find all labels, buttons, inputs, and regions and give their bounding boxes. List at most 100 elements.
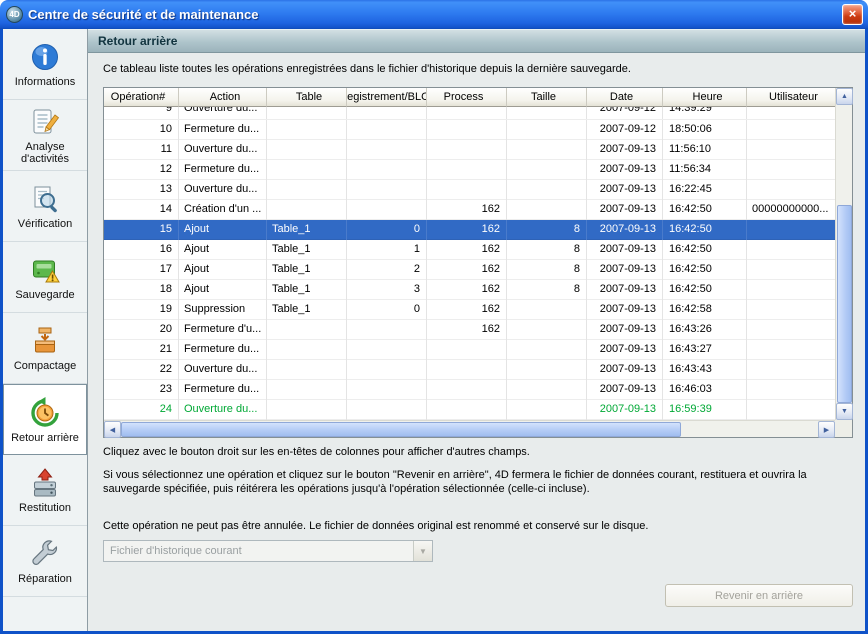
info-icon <box>28 40 62 74</box>
column-header[interactable]: Opération# <box>104 88 179 107</box>
cell: 18:50:06 <box>663 120 747 140</box>
cell: 162 <box>427 200 507 220</box>
table-row[interactable]: 10Fermeture du...2007-09-1218:50:06 <box>104 120 835 140</box>
cell <box>747 300 835 320</box>
cell: 2007-09-12 <box>587 120 663 140</box>
sidebar-item-analyse-activites[interactable]: Analyse d'activités <box>3 100 87 171</box>
table-row[interactable]: 18AjoutTable_1316282007-09-1316:42:50 <box>104 280 835 300</box>
scroll-up-button[interactable]: ▲ <box>836 88 853 105</box>
titlebar[interactable]: 4D Centre de sécurité et de maintenance … <box>0 0 868 29</box>
cell <box>427 380 507 400</box>
column-header[interactable]: Taille <box>507 88 587 107</box>
cell <box>427 160 507 180</box>
scroll-left-icon: ◀ <box>110 426 115 434</box>
cell: 11:56:10 <box>663 140 747 160</box>
sidebar-item-label: Restitution <box>19 502 71 514</box>
cell <box>267 180 347 200</box>
table-row[interactable]: 13Ouverture du...2007-09-1316:22:45 <box>104 180 835 200</box>
column-header[interactable]: Table <box>267 88 347 107</box>
table-row[interactable]: 23Fermeture du...2007-09-1316:46:03 <box>104 380 835 400</box>
vertical-scrollbar-thumb[interactable] <box>837 205 852 403</box>
scroll-right-icon: ▶ <box>824 426 829 434</box>
cell <box>507 300 587 320</box>
cell <box>427 120 507 140</box>
table-row[interactable]: 11Ouverture du...2007-09-1311:56:10 <box>104 140 835 160</box>
table-row[interactable]: 9Ouverture du...2007-09-1214:39:29 <box>104 107 835 120</box>
cell: 9 <box>104 107 179 119</box>
cell <box>507 380 587 400</box>
scroll-right-button[interactable]: ▶ <box>818 421 835 438</box>
sidebar-item-verification[interactable]: Vérification <box>3 171 87 242</box>
cell <box>267 120 347 140</box>
table-row[interactable]: 15AjoutTable_1016282007-09-1316:42:50 <box>104 220 835 240</box>
table-row[interactable]: 17AjoutTable_1216282007-09-1316:42:50 <box>104 260 835 280</box>
cell: 162 <box>427 300 507 320</box>
table-body: 9Ouverture du...2007-09-1214:39:2910Ferm… <box>104 107 835 420</box>
cell <box>347 107 427 119</box>
table-row[interactable]: 12Fermeture du...2007-09-1311:56:34 <box>104 160 835 180</box>
column-header[interactable]: Heure <box>663 88 747 107</box>
cell: 16:43:43 <box>663 360 747 380</box>
cell <box>747 380 835 400</box>
sidebar-item-label: Vérification <box>18 218 72 230</box>
cell <box>427 400 507 420</box>
4d-app-icon: 4D <box>6 6 23 23</box>
cell <box>747 400 835 420</box>
sidebar-item-reparation[interactable]: Réparation <box>3 526 87 597</box>
column-header[interactable]: Process <box>427 88 507 107</box>
sidebar-item-compactage[interactable]: Compactage <box>3 313 87 384</box>
combo-arrow-button[interactable]: ▼ <box>413 541 432 561</box>
sidebar-item-informations[interactable]: Informations <box>3 29 87 100</box>
horizontal-scrollbar-thumb[interactable] <box>121 422 681 437</box>
cell: 162 <box>427 240 507 260</box>
table-row[interactable]: 19SuppressionTable_101622007-09-1316:42:… <box>104 300 835 320</box>
cell: Fermeture du... <box>179 380 267 400</box>
table-header: Opération#ActionTableEnregistrement/BLOB… <box>104 88 835 107</box>
vertical-scrollbar[interactable]: ▲ ▼ <box>835 88 852 420</box>
cell: Fermeture du... <box>179 160 267 180</box>
cell <box>347 140 427 160</box>
operations-table: Opération#ActionTableEnregistrement/BLOB… <box>103 87 853 438</box>
cell: 16:43:27 <box>663 340 747 360</box>
rollback-button[interactable]: Revenir en arrière <box>665 584 853 607</box>
scroll-left-button[interactable]: ◀ <box>104 421 121 438</box>
cell <box>267 107 347 119</box>
sidebar-item-sauvegarde[interactable]: Sauvegarde <box>3 242 87 313</box>
table-row[interactable]: 22Ouverture du...2007-09-1316:43:43 <box>104 360 835 380</box>
column-header[interactable]: Enregistrement/BLOB <box>347 88 427 107</box>
cell: Fermeture d'u... <box>179 320 267 340</box>
cell: 17 <box>104 260 179 280</box>
cell <box>747 180 835 200</box>
table-row[interactable]: 20Fermeture d'u...1622007-09-1316:43:26 <box>104 320 835 340</box>
table-description: Ce tableau liste toutes les opérations e… <box>103 63 850 75</box>
cell <box>347 180 427 200</box>
table-row[interactable]: 14Création d'un ...1622007-09-1316:42:50… <box>104 200 835 220</box>
sidebar-item-restitution[interactable]: Restitution <box>3 455 87 526</box>
horizontal-scrollbar[interactable]: ◀ ▶ <box>104 420 835 437</box>
column-header[interactable]: Date <box>587 88 663 107</box>
table-row[interactable]: 16AjoutTable_1116282007-09-1316:42:50 <box>104 240 835 260</box>
cell: Ajout <box>179 240 267 260</box>
cell: 2007-09-13 <box>587 200 663 220</box>
column-header[interactable]: Utilisateur <box>747 88 835 107</box>
sidebar-item-label: Sauvegarde <box>15 289 74 301</box>
sidebar-item-retour-arriere[interactable]: Retour arrière <box>3 384 87 455</box>
cell: 16:42:50 <box>663 260 747 280</box>
scroll-down-button[interactable]: ▼ <box>836 403 853 420</box>
sidebar-item-label: Analyse d'activités <box>5 141 85 165</box>
cell: 23 <box>104 380 179 400</box>
cell: 2007-09-12 <box>587 107 663 119</box>
log-file-dropdown[interactable]: Fichier d'historique courant ▼ <box>103 540 433 562</box>
cell <box>427 107 507 119</box>
column-header[interactable]: Action <box>179 88 267 107</box>
cell <box>267 340 347 360</box>
table-row[interactable]: 24Ouverture du...2007-09-1316:59:39 <box>104 400 835 420</box>
cell: Ajout <box>179 220 267 240</box>
cell: Ouverture du... <box>179 140 267 160</box>
scroll-up-icon: ▲ <box>841 93 848 100</box>
close-button[interactable]: × <box>842 4 863 25</box>
table-row[interactable]: 21Fermeture du...2007-09-1316:43:27 <box>104 340 835 360</box>
cell: 22 <box>104 360 179 380</box>
cell <box>747 107 835 119</box>
cell <box>267 140 347 160</box>
